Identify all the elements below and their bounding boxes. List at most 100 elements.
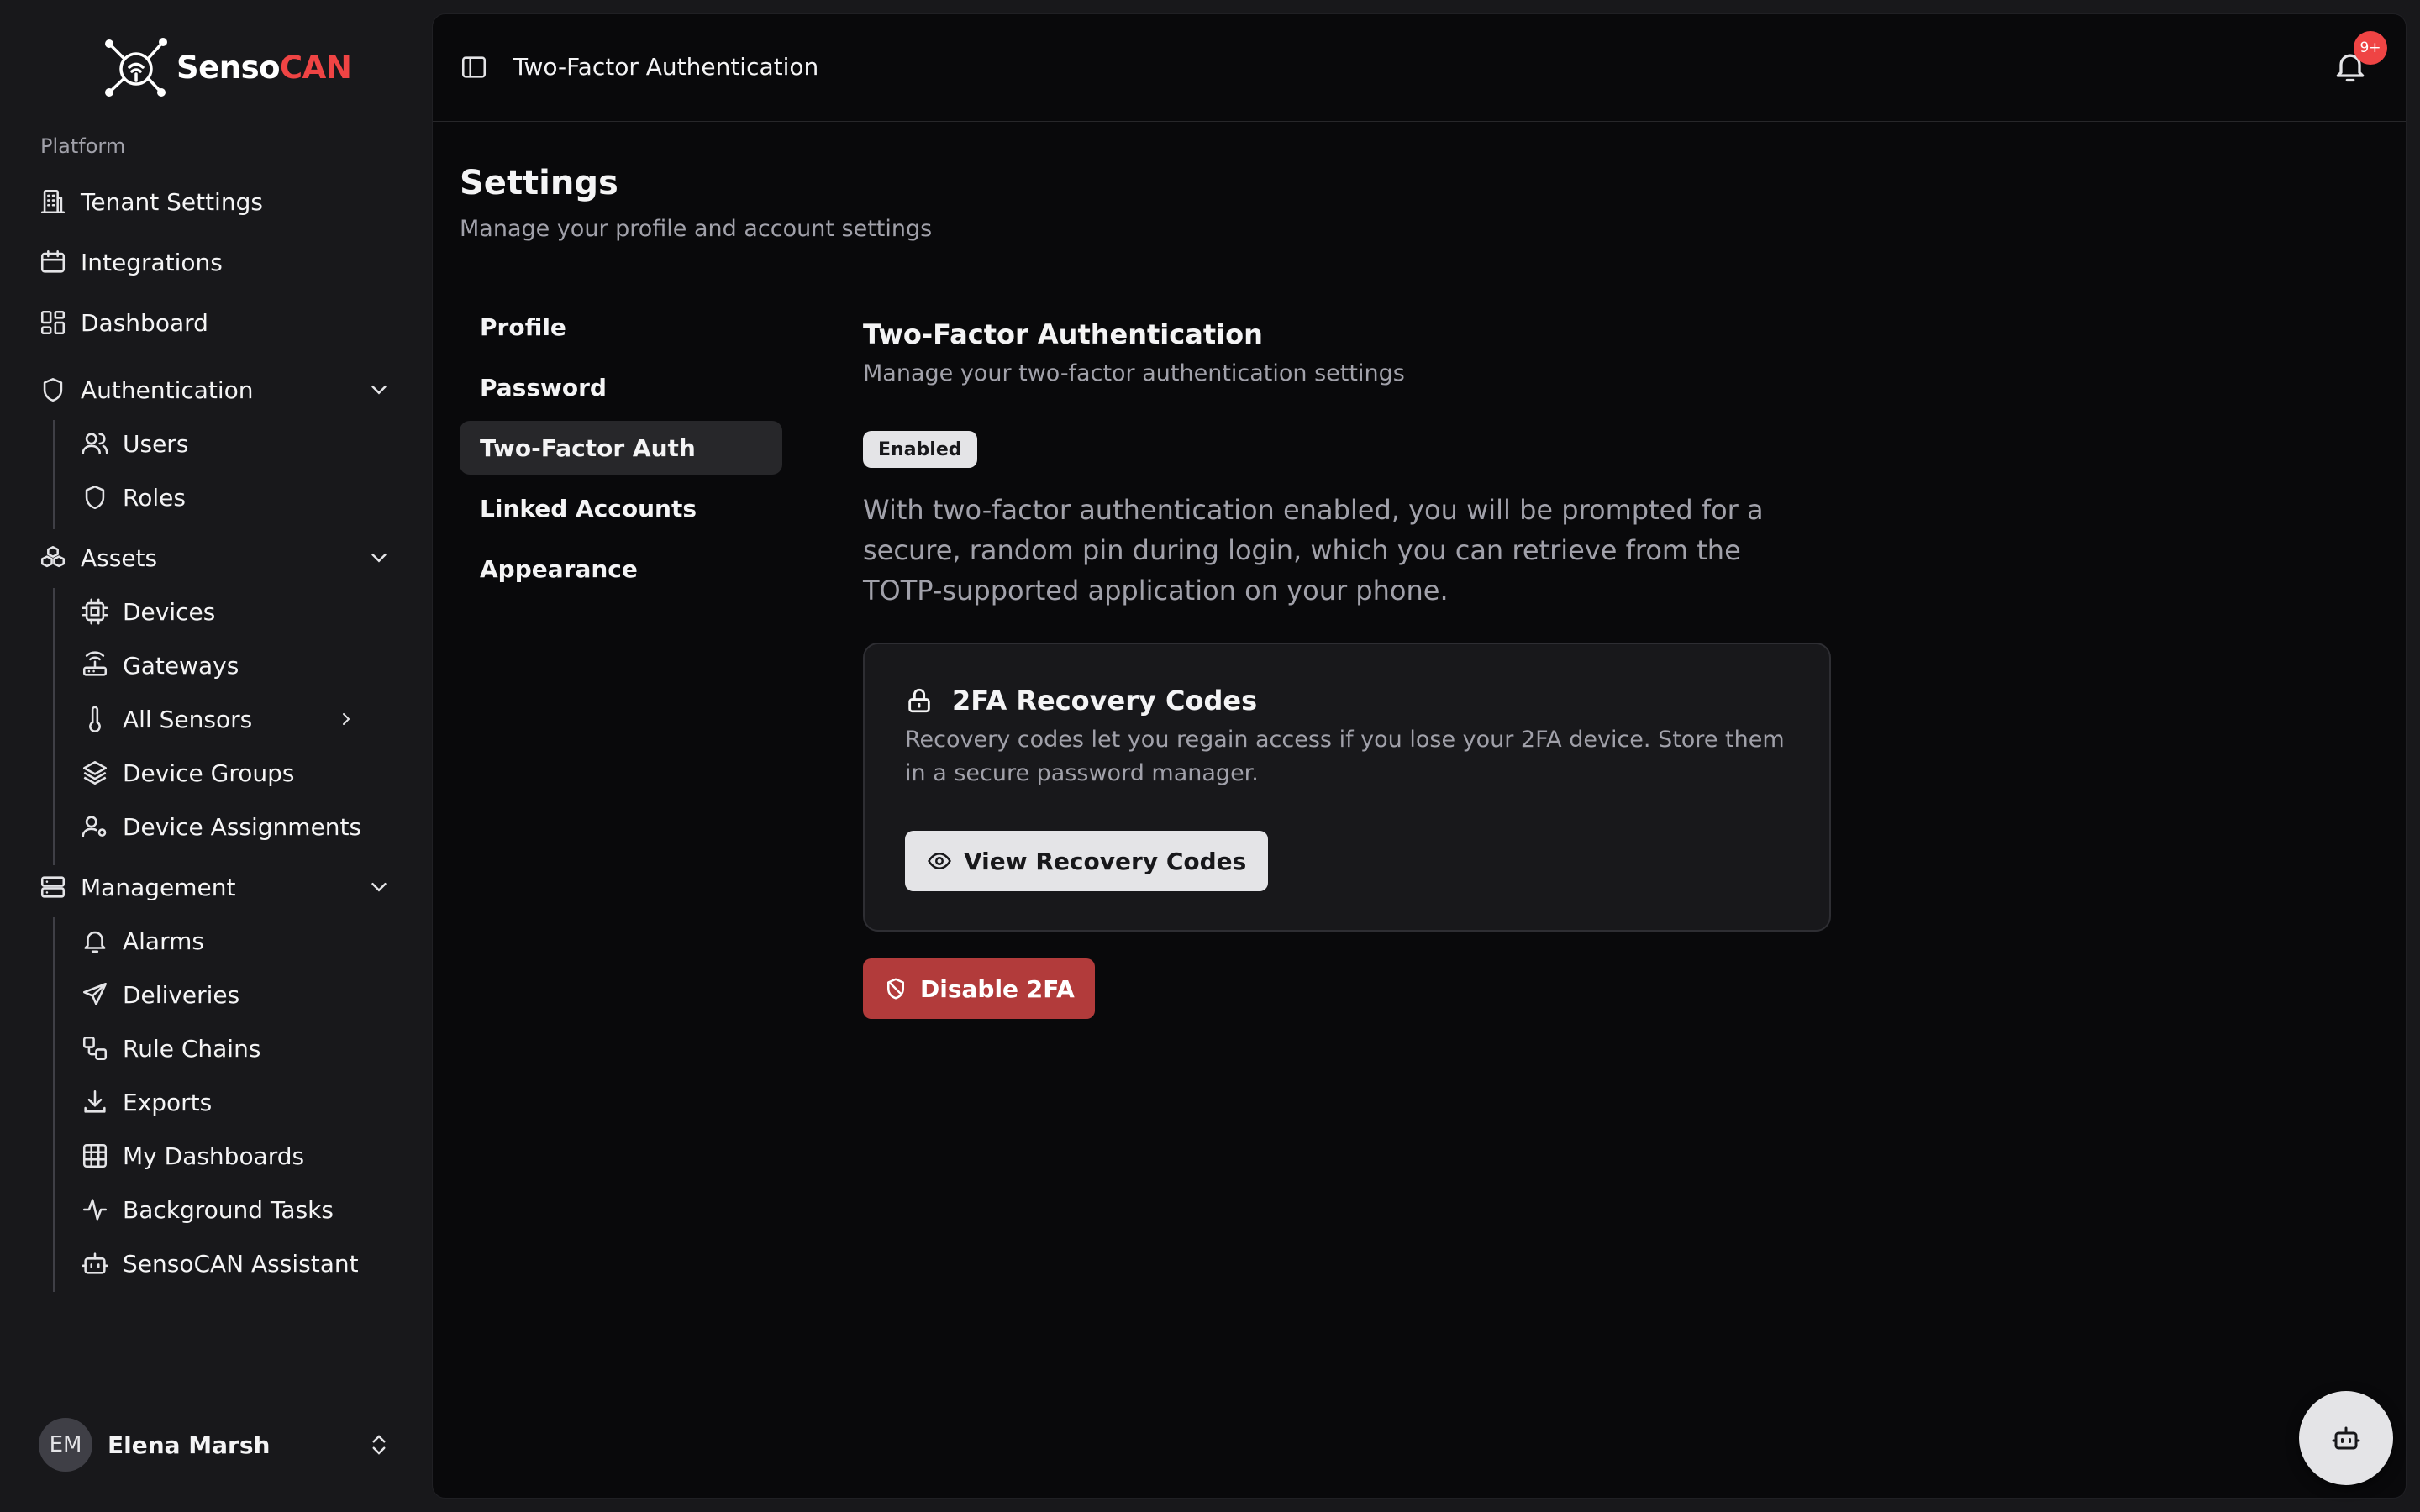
bot-icon bbox=[2331, 1423, 2361, 1453]
bot-icon bbox=[81, 1249, 109, 1278]
shield-off-icon bbox=[883, 976, 908, 1001]
server-icon bbox=[39, 873, 67, 901]
download-icon bbox=[81, 1088, 109, 1116]
sidebar-item-alarms[interactable]: Alarms bbox=[81, 916, 366, 966]
sidebar-item-label: Management bbox=[81, 873, 236, 901]
sidebar-item-sensocan-assistant[interactable]: SensoCAN Assistant bbox=[81, 1238, 366, 1289]
sidebar-item-label: Assets bbox=[81, 543, 158, 572]
chevron-right-icon[interactable] bbox=[336, 709, 356, 729]
view-recovery-codes-label: View Recovery Codes bbox=[964, 847, 1247, 875]
send-icon bbox=[81, 980, 109, 1009]
sidebar-item-label: Users bbox=[123, 429, 189, 458]
sidebar-item-label: Device Groups bbox=[123, 759, 295, 787]
sidebar-item-dashboard[interactable]: Dashboard bbox=[39, 297, 392, 348]
section-title: Two-Factor Authentication bbox=[863, 318, 1263, 350]
assistant-fab-button[interactable] bbox=[2299, 1391, 2393, 1485]
disable-2fa-button[interactable]: Disable 2FA bbox=[863, 958, 1095, 1019]
sidebar-group-assets[interactable]: Assets bbox=[39, 533, 392, 583]
eye-icon bbox=[927, 848, 952, 874]
sidebar-item-label: Deliveries bbox=[123, 980, 240, 1009]
sidebar-item-rule-chains[interactable]: Rule Chains bbox=[81, 1023, 366, 1074]
sidebar-item-my-dashboards[interactable]: My Dashboards bbox=[81, 1131, 366, 1181]
sidebar-item-label: Alarms bbox=[123, 927, 204, 955]
sidebar-item-gateways[interactable]: Gateways bbox=[81, 640, 366, 690]
tab-linked-accounts[interactable]: Linked Accounts bbox=[460, 481, 782, 535]
sidebar-item-label: Gateways bbox=[123, 651, 239, 680]
sidebar: SensoCAN Platform Tenant Settings Integr… bbox=[0, 0, 430, 1512]
tab-password[interactable]: Password bbox=[460, 360, 782, 414]
tab-appearance[interactable]: Appearance bbox=[460, 542, 782, 596]
sidebar-item-device-groups[interactable]: Device Groups bbox=[81, 748, 366, 798]
building-icon bbox=[39, 187, 67, 216]
sensocan-logo-icon bbox=[101, 34, 171, 101]
nav-tree-line bbox=[53, 420, 55, 529]
calendar-icon bbox=[39, 248, 67, 276]
sidebar-item-label: Device Assignments bbox=[123, 812, 362, 841]
sidebar-group-authentication[interactable]: Authentication bbox=[39, 365, 392, 415]
sidebar-item-deliveries[interactable]: Deliveries bbox=[81, 969, 366, 1020]
sidebar-item-label: SensoCAN Assistant bbox=[123, 1249, 359, 1278]
shield-icon bbox=[39, 375, 67, 404]
sidebar-item-label: My Dashboards bbox=[123, 1142, 305, 1170]
tab-profile[interactable]: Profile bbox=[460, 300, 782, 354]
user-menu[interactable]: EM Elena Marsh bbox=[39, 1418, 392, 1472]
notification-count-badge: 9+ bbox=[2354, 31, 2387, 65]
section-subtitle: Manage your two-factor authentication se… bbox=[863, 360, 1405, 386]
sidebar-item-label: Integrations bbox=[81, 248, 223, 276]
dashboard-grid-icon bbox=[39, 308, 67, 337]
sidebar-item-label: All Sensors bbox=[123, 705, 253, 733]
sidebar-item-devices[interactable]: Devices bbox=[81, 586, 366, 637]
sidebar-item-tenant-settings[interactable]: Tenant Settings bbox=[39, 176, 392, 227]
chevron-down-icon[interactable] bbox=[366, 377, 392, 402]
shield-icon bbox=[81, 483, 109, 512]
sidebar-item-label: Rule Chains bbox=[123, 1034, 261, 1063]
activity-icon bbox=[81, 1195, 109, 1224]
thermometer-icon bbox=[81, 705, 109, 733]
chevron-down-icon[interactable] bbox=[366, 545, 392, 570]
brand-logo[interactable]: SensoCAN bbox=[101, 34, 352, 101]
recovery-codes-header: 2FA Recovery Codes bbox=[905, 685, 1257, 717]
bell-icon bbox=[81, 927, 109, 955]
chevron-down-icon[interactable] bbox=[366, 874, 392, 900]
top-bar: Two-Factor Authentication 9+ bbox=[433, 14, 2406, 122]
main-panel: Two-Factor Authentication 9+ Settings Ma… bbox=[432, 13, 2407, 1499]
sidebar-item-label: Background Tasks bbox=[123, 1195, 334, 1224]
boxes-icon bbox=[39, 543, 67, 572]
workflow-icon bbox=[81, 1034, 109, 1063]
sidebar-group-management[interactable]: Management bbox=[39, 862, 392, 912]
sidebar-item-device-assignments[interactable]: Device Assignments bbox=[81, 801, 366, 852]
users-icon bbox=[81, 429, 109, 458]
sidebar-item-label: Roles bbox=[123, 483, 186, 512]
router-icon bbox=[81, 651, 109, 680]
sidebar-item-label: Tenant Settings bbox=[81, 187, 263, 216]
sidebar-item-label: Devices bbox=[123, 597, 216, 626]
sidebar-item-roles[interactable]: Roles bbox=[81, 472, 366, 522]
avatar: EM bbox=[39, 1418, 92, 1472]
sidebar-item-label: Dashboard bbox=[81, 308, 208, 337]
sidebar-item-background-tasks[interactable]: Background Tasks bbox=[81, 1184, 366, 1235]
layers-icon bbox=[81, 759, 109, 787]
cpu-icon bbox=[81, 597, 109, 626]
recovery-codes-title: 2FA Recovery Codes bbox=[952, 685, 1258, 717]
page-subtitle: Manage your profile and account settings bbox=[460, 216, 933, 242]
sidebar-item-exports[interactable]: Exports bbox=[81, 1077, 366, 1127]
two-factor-description: With two-factor authentication enabled, … bbox=[863, 494, 1764, 606]
breadcrumb: Two-Factor Authentication bbox=[513, 53, 819, 81]
sidebar-toggle-icon[interactable] bbox=[460, 53, 488, 81]
tab-two-factor-auth[interactable]: Two-Factor Auth bbox=[460, 421, 782, 475]
disable-2fa-label: Disable 2FA bbox=[920, 974, 1075, 1003]
sidebar-item-label: Exports bbox=[123, 1088, 213, 1116]
chevrons-up-down-icon[interactable] bbox=[366, 1432, 392, 1457]
nav-group-label: Platform bbox=[40, 134, 126, 158]
nav-tree-line bbox=[53, 917, 55, 1292]
sidebar-item-users[interactable]: Users bbox=[81, 418, 366, 469]
nav-tree-line bbox=[53, 588, 55, 865]
user-name: Elena Marsh bbox=[108, 1431, 271, 1459]
page-title: Settings bbox=[460, 164, 618, 202]
brand-name: SensoCAN bbox=[176, 49, 352, 86]
view-recovery-codes-button[interactable]: View Recovery Codes bbox=[905, 831, 1269, 891]
sidebar-item-all-sensors[interactable]: All Sensors bbox=[81, 694, 366, 744]
sidebar-item-label: Authentication bbox=[81, 375, 254, 404]
sidebar-item-integrations[interactable]: Integrations bbox=[39, 237, 392, 287]
recovery-codes-description: Recovery codes let you regain access if … bbox=[905, 727, 1785, 786]
